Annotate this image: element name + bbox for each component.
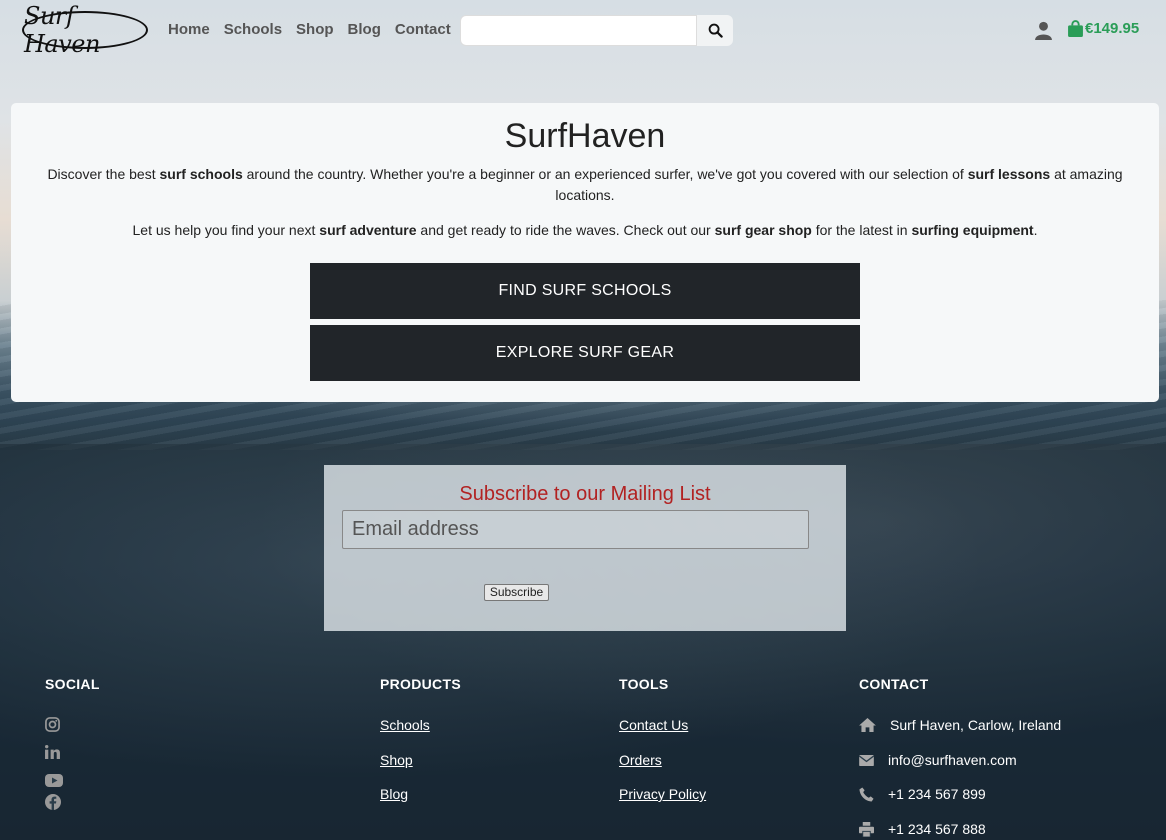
footer-link-contact-us[interactable]: Contact Us (619, 717, 688, 733)
hero-panel: SurfHaven Discover the best surf schools… (11, 103, 1159, 402)
nav-link-shop[interactable]: Shop (296, 21, 334, 38)
contact-phone-row: +1 234 567 899 (859, 786, 986, 802)
subscribe-button[interactable]: Subscribe (484, 584, 549, 601)
brand-logo[interactable]: Surf Haven (22, 2, 148, 58)
nav-link-schools[interactable]: Schools (224, 21, 282, 38)
instagram-icon[interactable] (45, 717, 60, 732)
explore-surf-gear-button[interactable]: EXPLORE SURF GEAR (310, 325, 860, 381)
find-surf-schools-button[interactable]: FIND SURF SCHOOLS (310, 263, 860, 319)
footer-tools-title: TOOLS (619, 676, 669, 692)
facebook-icon[interactable] (45, 794, 61, 810)
user-icon (1035, 21, 1052, 40)
linkedin-icon[interactable] (45, 745, 60, 759)
footer-products: PRODUCTS Schools Shop Blog (380, 676, 461, 802)
phone-icon (859, 786, 874, 802)
search-icon (708, 23, 723, 38)
home-icon (859, 718, 876, 732)
mailing-list-title: Subscribe to our Mailing List (459, 483, 711, 505)
footer-link-orders[interactable]: Orders (619, 752, 662, 768)
contact-fax: +1 234 567 888 (888, 821, 986, 837)
mailing-list-form: Subscribe to our Mailing List Email addr… (324, 465, 846, 631)
footer-social: SOCIAL (45, 676, 100, 692)
printer-icon (859, 821, 874, 837)
account-button[interactable] (1035, 21, 1052, 45)
nav-links: Home Schools Shop Blog Contact (168, 21, 451, 38)
search-button[interactable] (697, 15, 733, 46)
contact-address: Surf Haven, Carlow, Ireland (890, 717, 1062, 733)
shopping-bag-icon (1068, 20, 1083, 37)
hero-paragraph-1: Discover the best surf schools around th… (47, 166, 1123, 203)
hero-paragraph-2: Let us help you find your next surf adve… (132, 222, 1038, 238)
contact-fax-row: +1 234 567 888 (859, 821, 986, 837)
footer-social-title: SOCIAL (45, 676, 100, 692)
hero-title: SurfHaven (504, 117, 666, 155)
contact-email: info@surfhaven.com (888, 752, 1017, 768)
footer-link-privacy-policy[interactable]: Privacy Policy (619, 786, 706, 802)
contact-email-row: info@surfhaven.com (859, 752, 1017, 768)
cart-total: €149.95 (1085, 20, 1140, 37)
search-input[interactable] (460, 15, 697, 46)
footer-contact-title: CONTACT (859, 676, 929, 692)
footer-link-blog[interactable]: Blog (380, 786, 408, 802)
nav-link-blog[interactable]: Blog (348, 21, 381, 38)
contact-address-row: Surf Haven, Carlow, Ireland (859, 717, 1061, 733)
email-field[interactable]: Email address (342, 510, 809, 549)
envelope-icon (859, 754, 874, 766)
footer-tools: TOOLS Contact Us Orders Privacy Policy (619, 676, 706, 802)
footer-contact: CONTACT Surf Haven, Carlow, Ireland info… (859, 676, 1061, 837)
contact-phone: +1 234 567 899 (888, 786, 986, 802)
youtube-icon[interactable] (45, 774, 63, 787)
nav-link-contact[interactable]: Contact (395, 21, 451, 38)
navbar: Surf Haven Home Schools Shop Blog Contac… (0, 0, 1166, 60)
footer-link-shop[interactable]: Shop (380, 752, 413, 768)
nav-link-home[interactable]: Home (168, 21, 210, 38)
cart-button[interactable]: €149.95 (1068, 20, 1139, 37)
footer-products-title: PRODUCTS (380, 676, 461, 692)
footer-link-schools[interactable]: Schools (380, 717, 430, 733)
